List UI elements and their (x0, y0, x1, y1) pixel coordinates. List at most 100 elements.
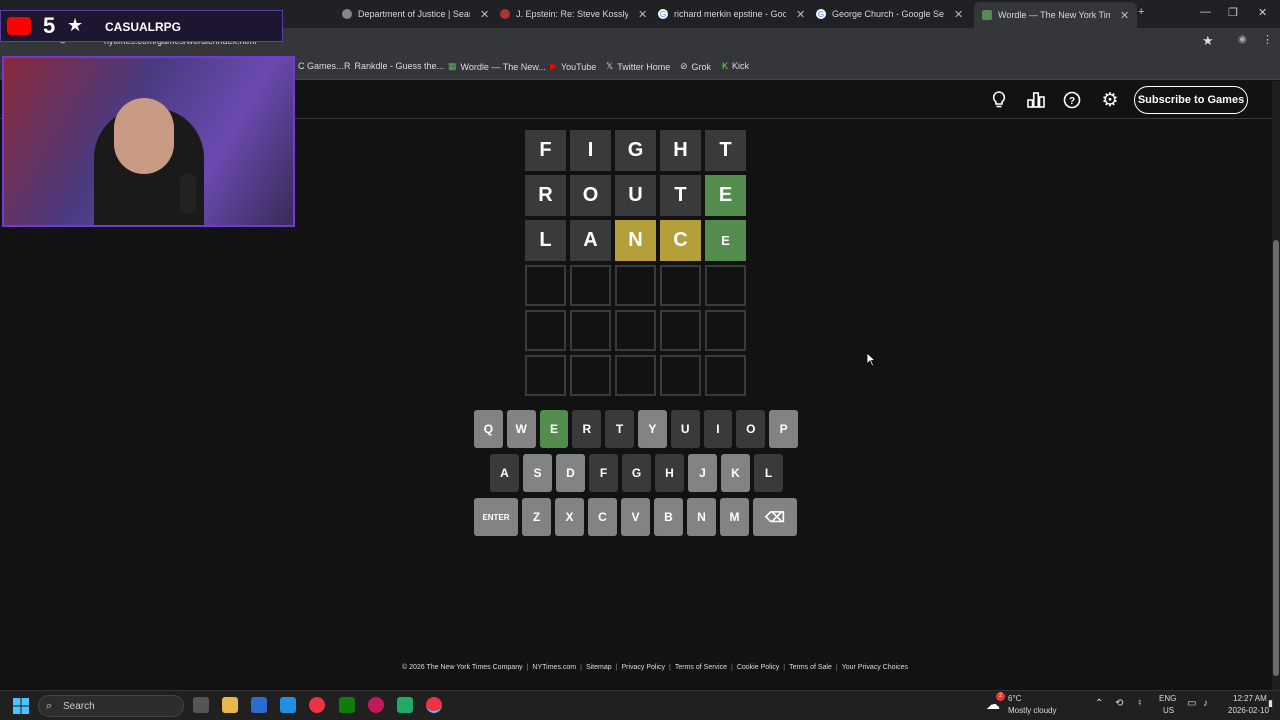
key-n[interactable]: N (687, 498, 716, 536)
settings-gear-icon[interactable]: ⚙ (1099, 89, 1121, 111)
app-icon[interactable] (397, 697, 413, 713)
footer-link[interactable]: Cookie Policy (737, 664, 779, 671)
chrome-icon[interactable] (309, 697, 325, 713)
key-e[interactable]: E (539, 410, 569, 448)
xbox-icon[interactable] (339, 697, 355, 713)
close-tab-icon[interactable]: ✕ (796, 8, 805, 21)
enter-key[interactable]: ENTER (474, 498, 518, 536)
new-tab-icon[interactable]: + (1138, 6, 1144, 18)
board-tile (525, 265, 566, 306)
key-w[interactable]: W (506, 410, 536, 448)
footer-link[interactable]: NYTimes.com (532, 664, 576, 671)
close-tab-icon[interactable]: ✕ (638, 8, 647, 21)
tab-merkin[interactable]: G richard merkin epstine - Googl ✕ (658, 4, 805, 24)
key-v[interactable]: V (621, 498, 650, 536)
key-g[interactable]: G (622, 454, 651, 492)
x-icon: 𝕏 (606, 61, 614, 71)
mail-icon (500, 9, 510, 19)
key-f[interactable]: F (589, 454, 618, 492)
key-s[interactable]: S (523, 454, 552, 492)
board-tile (615, 265, 656, 306)
windows-start-icon[interactable] (13, 698, 29, 714)
scrollbar-thumb[interactable] (1273, 240, 1279, 676)
clock-date[interactable]: 2026-02-10 (1228, 706, 1269, 715)
page-footer: © 2026 The New York Times Company | NYTime… (402, 664, 908, 671)
tab-wordle[interactable]: Wordle — The New York Times ✕ (974, 2, 1138, 28)
key-r[interactable]: R (572, 410, 602, 448)
volume-icon[interactable]: ♪ (1203, 698, 1208, 709)
file-explorer-icon[interactable] (222, 697, 238, 713)
key-a[interactable]: A (490, 454, 519, 492)
close-tab-icon[interactable]: ✕ (954, 8, 963, 21)
notification-bell-icon[interactable]: ▮ (1268, 698, 1273, 709)
tab-epstein[interactable]: J. Epstein: Re: Steve Kosslyn — ✕ (500, 4, 647, 24)
key-u[interactable]: U (670, 410, 700, 448)
tab-church[interactable]: G George Church - Google Search ✕ (816, 4, 963, 24)
keyboard-row: ENTER Z X C V B N M ⌫ (474, 498, 798, 536)
key-j[interactable]: J (688, 454, 717, 492)
close-tab-icon[interactable]: ✕ (1120, 9, 1129, 22)
statistics-icon[interactable] (1025, 89, 1047, 111)
board-tile (570, 310, 611, 351)
tray-expand-icon[interactable]: ⌃ (1095, 698, 1103, 709)
key-m[interactable]: M (720, 498, 749, 536)
bookmark-item[interactable]: R Rankdle - Guess the... (344, 61, 444, 71)
tab-doj[interactable]: Department of Justice | Search ✕ (342, 4, 489, 24)
network-app-icon[interactable]: ⟲ (1115, 698, 1123, 709)
key-k[interactable]: K (721, 454, 750, 492)
key-b[interactable]: B (654, 498, 683, 536)
bookmark-item[interactable]: 𝕏 Twitter Home (606, 61, 670, 72)
key-q[interactable]: Q (474, 410, 503, 448)
footer-link[interactable]: © 2026 The New York Times Company (402, 664, 523, 671)
help-icon[interactable]: ? (1061, 89, 1083, 111)
profile-icon[interactable]: ◉ (1238, 34, 1247, 45)
key-x[interactable]: X (555, 498, 584, 536)
task-view-icon[interactable] (193, 697, 209, 713)
wifi-icon[interactable]: ▭ (1187, 698, 1196, 709)
mouse-cursor-icon (866, 352, 876, 367)
doj-icon (342, 9, 352, 19)
language-line1[interactable]: ENG (1159, 694, 1176, 703)
minimize-icon[interactable]: — (1200, 6, 1211, 18)
menu-icon[interactable]: ⋮ (1262, 33, 1273, 46)
key-t[interactable]: T (605, 410, 634, 448)
key-d[interactable]: D (556, 454, 585, 492)
clock-time[interactable]: 12:27 AM (1233, 694, 1267, 703)
hint-bulb-icon[interactable] (988, 89, 1010, 111)
microphone-icon (180, 174, 196, 214)
bookmark-item[interactable]: ⊘ Grok (680, 61, 711, 72)
bookmark-item[interactable]: K Kick (722, 61, 749, 71)
youtube-icon: ▶ (550, 61, 557, 71)
mail-app-icon[interactable] (280, 697, 296, 713)
bookmark-item[interactable]: C Games... (298, 61, 344, 71)
key-z[interactable]: Z (522, 498, 551, 536)
close-window-icon[interactable]: ✕ (1258, 6, 1267, 19)
footer-link[interactable]: Privacy Policy (621, 664, 665, 671)
key-l[interactable]: L (754, 454, 783, 492)
bookmark-item[interactable]: ▦ Wordle — The New... (448, 61, 546, 72)
backspace-key[interactable]: ⌫ (753, 498, 797, 536)
board-tile (660, 310, 701, 351)
bookmark-star-icon[interactable]: ★ (1202, 33, 1214, 49)
app-icon[interactable] (368, 697, 384, 713)
footer-link[interactable]: Your Privacy Choices (842, 664, 908, 671)
taskbar-search-box[interactable]: ⌕ Search (38, 695, 184, 717)
footer-link[interactable]: Terms of Service (675, 664, 727, 671)
subscribe-button[interactable]: Subscribe to Games (1134, 86, 1248, 114)
footer-link[interactable]: Sitemap (586, 664, 612, 671)
store-icon[interactable] (251, 697, 267, 713)
key-p[interactable]: P (769, 410, 798, 448)
key-o[interactable]: O (736, 410, 766, 448)
footer-link[interactable]: Terms of Sale (789, 664, 832, 671)
streamer-face (114, 98, 174, 174)
maximize-icon[interactable]: ❐ (1228, 6, 1238, 19)
key-c[interactable]: C (588, 498, 617, 536)
mic-tray-icon[interactable]: ♮ (1138, 698, 1142, 709)
key-y[interactable]: Y (637, 410, 667, 448)
key-h[interactable]: H (655, 454, 684, 492)
language-line2[interactable]: US (1163, 706, 1174, 715)
key-i[interactable]: I (703, 410, 733, 448)
close-tab-icon[interactable]: ✕ (480, 8, 489, 21)
chrome-active-icon[interactable] (426, 697, 442, 713)
bookmark-item[interactable]: ▶ YouTube (550, 61, 596, 72)
